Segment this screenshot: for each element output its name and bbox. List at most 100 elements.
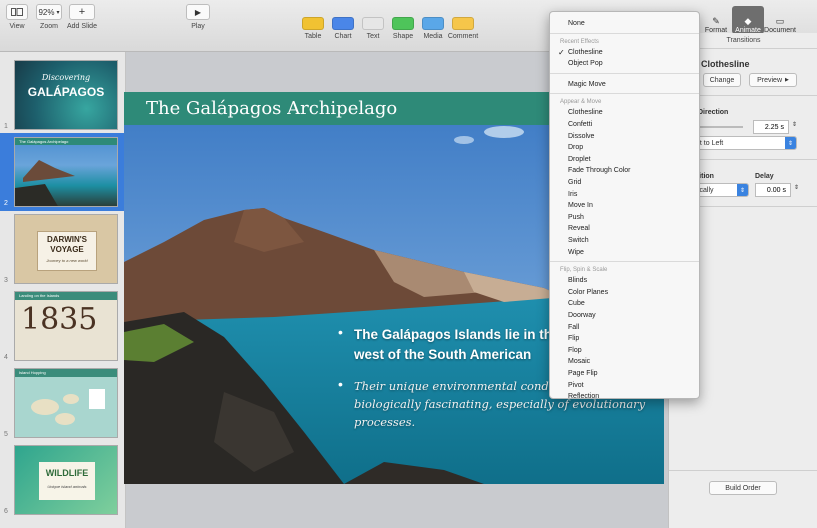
tab-animate[interactable]: ◆ Animate [732, 6, 764, 34]
keynote-window: View 92% ▾ Zoom + Add Slide ▶ Play Table… [0, 0, 817, 528]
media-icon [422, 17, 444, 30]
menu-item-effect[interactable]: Fall [550, 322, 699, 334]
direction-popup[interactable]: ht to Left ⇕ [691, 136, 797, 150]
insert-shape-button[interactable]: Shape [388, 5, 418, 40]
slide-thumbnail-image: Discovering GALÁPAGOS [14, 60, 118, 130]
chevron-updown-icon: ⇕ [737, 184, 748, 196]
slide-number: 4 [4, 354, 8, 361]
thumb-title: WILDLIFE [45, 468, 89, 478]
slide-thumbnail-4[interactable]: Landing on the Islands 1835 4 [0, 287, 126, 365]
menu-item-effect[interactable]: Switch [550, 235, 699, 247]
play-control[interactable]: ▶ Play [186, 4, 210, 30]
menu-item-magic-move[interactable]: Magic Move [550, 79, 699, 91]
bullet-icon: • [338, 376, 343, 392]
zoom-label: Zoom [40, 23, 58, 30]
insert-comment-button[interactable]: Comment [448, 5, 478, 40]
play-button[interactable]: ▶ [186, 4, 210, 20]
menu-item-effect[interactable]: Reveal [550, 223, 699, 235]
zoom-value: 92% [38, 7, 55, 17]
preview-button[interactable]: Preview ▶ [749, 73, 797, 87]
insert-media-button[interactable]: Media [418, 5, 448, 40]
duration-field[interactable]: 2.25 s [753, 120, 789, 134]
slide-thumbnail-5[interactable]: Island Hopping 5 [0, 364, 126, 442]
thumb-subtitle: VOYAGE [50, 245, 84, 254]
view-icon [11, 8, 23, 16]
menu-item-effect[interactable]: Dissolve [550, 131, 699, 143]
slide-thumbnail-2[interactable]: The Galápagos Archipelago 2 [0, 133, 126, 211]
thumb-subtitle: GALÁPAGOS [27, 85, 105, 99]
slide-number: 2 [4, 200, 8, 207]
menu-item-effect[interactable]: Doorway [550, 310, 699, 322]
menu-item-effect[interactable]: Iris [550, 189, 699, 201]
play-icon: ▶ [194, 7, 202, 17]
menu-item-effect[interactable]: Blinds [550, 275, 699, 287]
menu-item-effect[interactable]: Cube [550, 298, 699, 310]
tab-format[interactable]: ✎ Format [700, 6, 732, 34]
menu-separator [550, 32, 699, 34]
insert-table-button[interactable]: Table [298, 5, 328, 40]
menu-item-effect[interactable]: Page Flip [550, 368, 699, 380]
menu-item-effect[interactable]: Move In [550, 200, 699, 212]
document-icon: ▭ [775, 16, 785, 26]
insert-text-button[interactable]: Text [358, 5, 388, 40]
thumb-mountain [15, 160, 75, 206]
menu-item-effect[interactable]: Flop [550, 345, 699, 357]
change-button[interactable]: Change [703, 73, 741, 87]
chart-icon [332, 17, 354, 30]
menu-item-effect[interactable]: Push [550, 212, 699, 224]
menu-item-effect[interactable]: Wipe [550, 247, 699, 259]
menu-item-effect[interactable]: Flip [550, 333, 699, 345]
view-button[interactable] [6, 4, 28, 20]
slide-thumbnail-image: The Galápagos Archipelago [14, 137, 118, 207]
delay-label: Delay [755, 173, 774, 180]
direction-value: ht to Left [696, 139, 724, 147]
slide-number: 3 [4, 277, 8, 284]
play-icon: ▶ [785, 77, 789, 83]
menu-item-effect[interactable]: Confetti [550, 119, 699, 131]
menu-item-effect[interactable]: Reflection [550, 391, 699, 398]
slide-thumbnail-image: WILDLIFE Unique island animals [14, 445, 118, 515]
menu-item-effect[interactable]: Clothesline [550, 107, 699, 119]
animate-icon: ◆ [744, 16, 752, 26]
menu-item-effect[interactable]: Mosaic [550, 356, 699, 368]
slide-title[interactable]: The Galápagos Archipelago [146, 98, 397, 119]
menu-item-none[interactable]: None [550, 18, 699, 30]
slide-thumbnail-6[interactable]: WILDLIFE Unique island animals 6 [0, 441, 126, 519]
menu-item-effect[interactable]: Droplet [550, 154, 699, 166]
menu-item-effect[interactable]: Pivot [550, 380, 699, 392]
slide-thumbnail-1[interactable]: Discovering GALÁPAGOS 1 [0, 56, 126, 134]
menu-item-effect[interactable]: Drop [550, 142, 699, 154]
add-slide-button[interactable]: + [68, 4, 95, 20]
zoom-select[interactable]: 92% ▾ [36, 4, 62, 20]
add-slide-control[interactable]: + Add Slide [67, 4, 97, 30]
menu-section-appear-move: Appear & Move [560, 99, 602, 106]
stepper-arrows-icon[interactable]: ⇕ [794, 184, 799, 191]
slide-thumbnail-image: DARWIN'S VOYAGE Journey to a new world [14, 214, 118, 284]
menu-item-effect[interactable]: Fade Through Color [550, 165, 699, 177]
tab-document[interactable]: ▭ Document [764, 6, 796, 34]
insert-shape-label: Shape [392, 33, 414, 40]
menu-item-effect[interactable]: Grid [550, 177, 699, 189]
transition-effects-menu: NoneRecent EffectsClotheslineObject PopM… [549, 11, 700, 399]
paintbrush-icon: ✎ [712, 16, 720, 26]
slide-number: 6 [4, 508, 8, 515]
menu-item-recent[interactable]: Clothesline [550, 47, 699, 59]
thumb-subtitle: 1835 [21, 302, 98, 337]
delay-field[interactable]: 0.00 s [755, 183, 791, 197]
stepper-arrows-icon[interactable]: ⇕ [792, 121, 797, 128]
menu-section-flip-spin-scale: Flip, Spin & Scale [560, 267, 608, 274]
menu-item-effect[interactable]: Color Planes [550, 287, 699, 299]
slide-thumbnail-3[interactable]: DARWIN'S VOYAGE Journey to a new world 3 [0, 210, 126, 288]
insert-text-label: Text [366, 33, 380, 40]
chevron-down-icon: ▾ [56, 9, 60, 16]
zoom-control[interactable]: 92% ▾ Zoom [36, 4, 62, 30]
view-control[interactable]: View [6, 4, 28, 30]
divider [669, 470, 817, 471]
slide-thumbnail-image: Landing on the Islands 1835 [14, 291, 118, 361]
insert-chart-button[interactable]: Chart [328, 5, 358, 40]
insert-chart-label: Chart [334, 33, 352, 40]
effect-name: Clothesline [701, 59, 750, 69]
menu-item-recent[interactable]: Object Pop [550, 58, 699, 70]
build-order-button[interactable]: Build Order [709, 481, 777, 495]
thumb-caption: Journey to a new world [46, 258, 88, 263]
